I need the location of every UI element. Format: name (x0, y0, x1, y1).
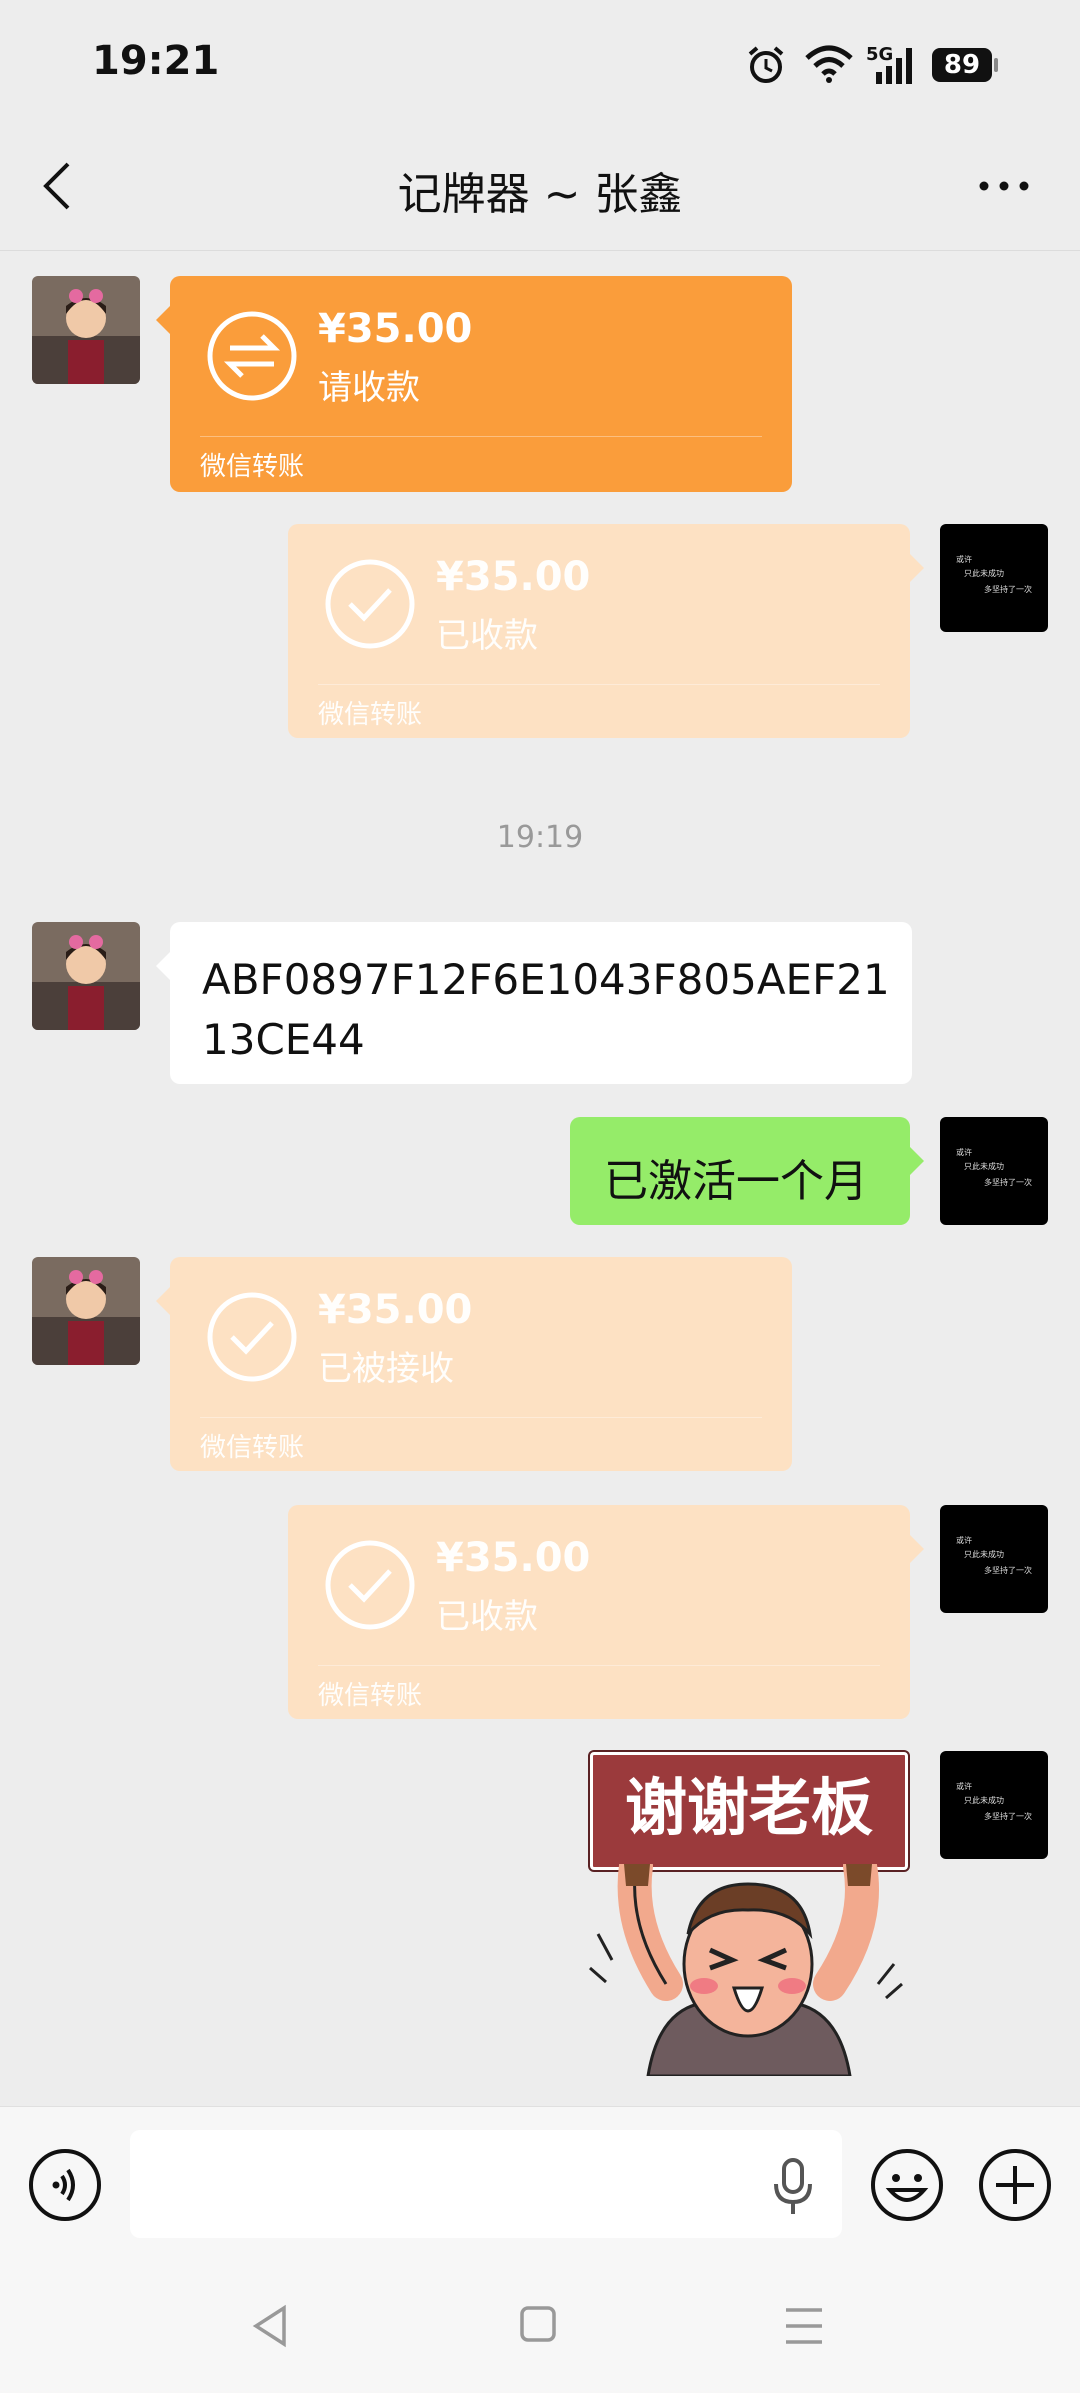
transfer-amount: ¥35.00 (436, 1535, 591, 1581)
my-avatar[interactable]: 或许 只此未成功 多坚持了一次 (940, 1751, 1048, 1859)
microphone-icon[interactable] (772, 2158, 814, 2216)
more-dots-icon[interactable] (976, 176, 1032, 196)
text-message-bubble[interactable]: 已激活一个月 (570, 1117, 924, 1225)
transfer-status: 已收款 (436, 1597, 538, 1637)
my-avatar[interactable]: 或许 只此未成功 多坚持了一次 (940, 524, 1048, 632)
emoji-icon[interactable] (870, 2148, 944, 2222)
message-input[interactable] (130, 2130, 842, 2238)
avatar-text: 多坚持了一次 (984, 1178, 1032, 1187)
divider (200, 1417, 762, 1418)
contact-avatar[interactable] (32, 276, 140, 384)
avatar-text: 或许 (956, 555, 972, 564)
chat-title: 记牌器 ~ 张鑫 (397, 169, 683, 220)
message-text-line: ABF0897F12F6E1043F805AEF21 (202, 955, 890, 1004)
avatar-text: 只此未成功 (964, 1162, 1004, 1171)
avatar-text: 或许 (956, 1536, 972, 1545)
sticker-message[interactable]: 谢谢老板 (588, 1752, 908, 2076)
check-circle-icon (207, 1292, 297, 1382)
avatar-text: 多坚持了一次 (984, 1566, 1032, 1575)
sticker-character (589, 1864, 903, 2076)
avatar-text: 或许 (956, 1148, 972, 1157)
system-menu-icon[interactable] (782, 2306, 826, 2346)
check-circle-icon (325, 1540, 415, 1630)
text-message-bubble[interactable]: ABF0897F12F6E1043F805AEF21 13CE44 (156, 922, 912, 1084)
sticker-caption: 谢谢老板 (624, 1771, 873, 1844)
wifi-icon (805, 45, 853, 83)
transfer-amount: ¥35.00 (318, 1287, 473, 1333)
avatar-text: 只此未成功 (964, 1796, 1004, 1805)
contact-avatar[interactable] (32, 922, 140, 1030)
message-timestamp: 19:19 (496, 820, 584, 855)
plus-icon[interactable] (978, 2148, 1052, 2222)
status-bar: 19:21 5G 89 (0, 0, 1080, 130)
transfer-amount: ¥35.00 (436, 554, 591, 600)
my-avatar[interactable]: 或许 只此未成功 多坚持了一次 (940, 1117, 1048, 1225)
divider (318, 1665, 880, 1666)
avatar-text: 或许 (956, 1782, 972, 1791)
transfer-status: 请收款 (318, 368, 420, 408)
battery-level: 89 (943, 50, 981, 80)
avatar-text: 多坚持了一次 (984, 1812, 1032, 1821)
transfer-footer: 微信转账 (318, 700, 423, 730)
voice-icon[interactable] (28, 2148, 102, 2222)
signal-icon (876, 48, 912, 84)
transfer-footer: 微信转账 (200, 1433, 305, 1463)
status-time: 19:21 (92, 38, 220, 84)
transfer-card[interactable]: ¥35.00 请收款 微信转账 (156, 276, 792, 492)
transfer-card[interactable]: ¥35.00 已收款 微信转账 (288, 1505, 924, 1719)
battery-icon: 89 (932, 48, 992, 82)
divider (318, 684, 880, 685)
transfer-status: 已收款 (436, 616, 538, 656)
divider (200, 436, 762, 437)
transfer-card[interactable]: ¥35.00 已被接收 微信转账 (156, 1257, 792, 1471)
message-text: 已激活一个月 (604, 1156, 868, 1207)
transfer-card[interactable]: ¥35.00 已收款 微信转账 (288, 524, 924, 738)
battery-tip (994, 58, 998, 72)
avatar-text: 只此未成功 (964, 569, 1004, 578)
system-home-icon[interactable] (518, 2304, 558, 2344)
avatar-text: 只此未成功 (964, 1550, 1004, 1559)
avatar-text: 多坚持了一次 (984, 585, 1032, 594)
my-avatar[interactable]: 或许 只此未成功 多坚持了一次 (940, 1505, 1048, 1613)
system-back-icon[interactable] (250, 2304, 290, 2348)
transfer-status: 已被接收 (318, 1349, 454, 1389)
transfer-footer: 微信转账 (200, 452, 305, 482)
transfer-exchange-icon (207, 311, 297, 401)
check-circle-icon (325, 559, 415, 649)
contact-avatar[interactable] (32, 1257, 140, 1365)
alarm-icon (748, 46, 784, 83)
transfer-footer: 微信转账 (318, 1681, 423, 1711)
transfer-amount: ¥35.00 (318, 306, 473, 352)
message-text-line: 13CE44 (202, 1015, 365, 1064)
